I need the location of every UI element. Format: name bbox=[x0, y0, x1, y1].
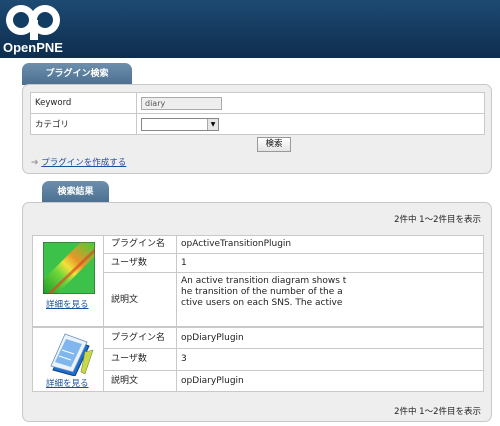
plugin-users-value: 3 bbox=[181, 354, 187, 364]
plugin-desc-label: 説明文 bbox=[104, 273, 177, 326]
dropdown-arrow-icon: ▼ bbox=[207, 118, 218, 130]
plugin-desc-value: opDiaryPlugin bbox=[181, 376, 244, 386]
detail-link[interactable]: 詳細を見る bbox=[46, 377, 89, 389]
plugin-name-row: プラグイン名 opDiaryPlugin bbox=[104, 328, 483, 349]
openpne-logo-icon bbox=[6, 5, 60, 40]
search-panel: Keyword カテゴリ ▼ 検索 ➔ プラグインを作成する bbox=[22, 84, 492, 174]
plugin-desc-label: 説明文 bbox=[104, 371, 177, 391]
plugin-name-label: プラグイン名 bbox=[104, 236, 177, 253]
search-button[interactable]: 検索 bbox=[257, 137, 291, 152]
result-count-top: 2件中 1〜2件目を表示 bbox=[394, 215, 481, 225]
plugin-desc-value: An active transition diagram shows t he … bbox=[177, 273, 483, 326]
tab-plugin-search: プラグイン検索 bbox=[22, 63, 132, 85]
result-count-bottom: 2件中 1〜2件目を表示 bbox=[394, 407, 481, 417]
search-form-table: Keyword カテゴリ ▼ bbox=[30, 92, 485, 135]
plugin-users-label: ユーザ数 bbox=[104, 254, 177, 272]
plugin-thumbnail-cell: 詳細を見る bbox=[33, 236, 104, 326]
plugin-users-row: ユーザ数 1 bbox=[104, 254, 483, 273]
plugin-name-value: opDiaryPlugin bbox=[181, 333, 244, 343]
plugin-desc-line: he transition of the number of the a bbox=[181, 287, 343, 297]
plugin-desc-row: 説明文 opDiaryPlugin bbox=[104, 371, 483, 391]
plugin-users-row: ユーザ数 3 bbox=[104, 349, 483, 371]
category-label: カテゴリ bbox=[30, 113, 137, 135]
plugin-desc-row: 説明文 An active transition diagram shows t… bbox=[104, 273, 483, 326]
arrow-right-icon: ➔ bbox=[31, 158, 39, 168]
plugin-name-row: プラグイン名 opActiveTransitionPlugin bbox=[104, 236, 483, 254]
tab-search-results: 検索結果 bbox=[42, 181, 109, 203]
create-plugin-link[interactable]: プラグインを作成する bbox=[41, 158, 126, 168]
plugin-thumbnail-cell: 詳細を見る bbox=[33, 328, 104, 391]
plugin-users-value: 1 bbox=[181, 258, 187, 268]
create-plugin-link-row: ➔ プラグインを作成する bbox=[31, 156, 126, 168]
plugin-name-value: opActiveTransitionPlugin bbox=[181, 239, 292, 249]
plugin-users-label: ユーザ数 bbox=[104, 349, 177, 370]
plugin-name-label: プラグイン名 bbox=[104, 328, 177, 348]
plugin-card: 詳細を見る プラグイン名 opActiveTransitionPlugin ユー… bbox=[32, 235, 484, 327]
site-header: OpenPNE bbox=[0, 0, 500, 58]
plugin-desc-line: An active transition diagram shows t bbox=[181, 276, 347, 286]
detail-link[interactable]: 詳細を見る bbox=[46, 298, 89, 310]
keyword-input[interactable] bbox=[141, 96, 222, 110]
logo-text: OpenPNE bbox=[3, 40, 63, 55]
plugin-card: 詳細を見る プラグイン名 opDiaryPlugin ユーザ数 3 説明文 op… bbox=[32, 327, 484, 392]
keyword-label: Keyword bbox=[30, 92, 137, 114]
heatmap-thumbnail-icon[interactable] bbox=[43, 242, 95, 294]
category-select[interactable]: ▼ bbox=[141, 117, 219, 131]
plugin-desc-line: ctive users on each SNS. The active bbox=[181, 298, 343, 308]
results-panel: 2件中 1〜2件目を表示 詳細を見る プラグイン名 opActiveTransi… bbox=[22, 202, 492, 422]
diary-book-icon[interactable] bbox=[45, 332, 95, 376]
